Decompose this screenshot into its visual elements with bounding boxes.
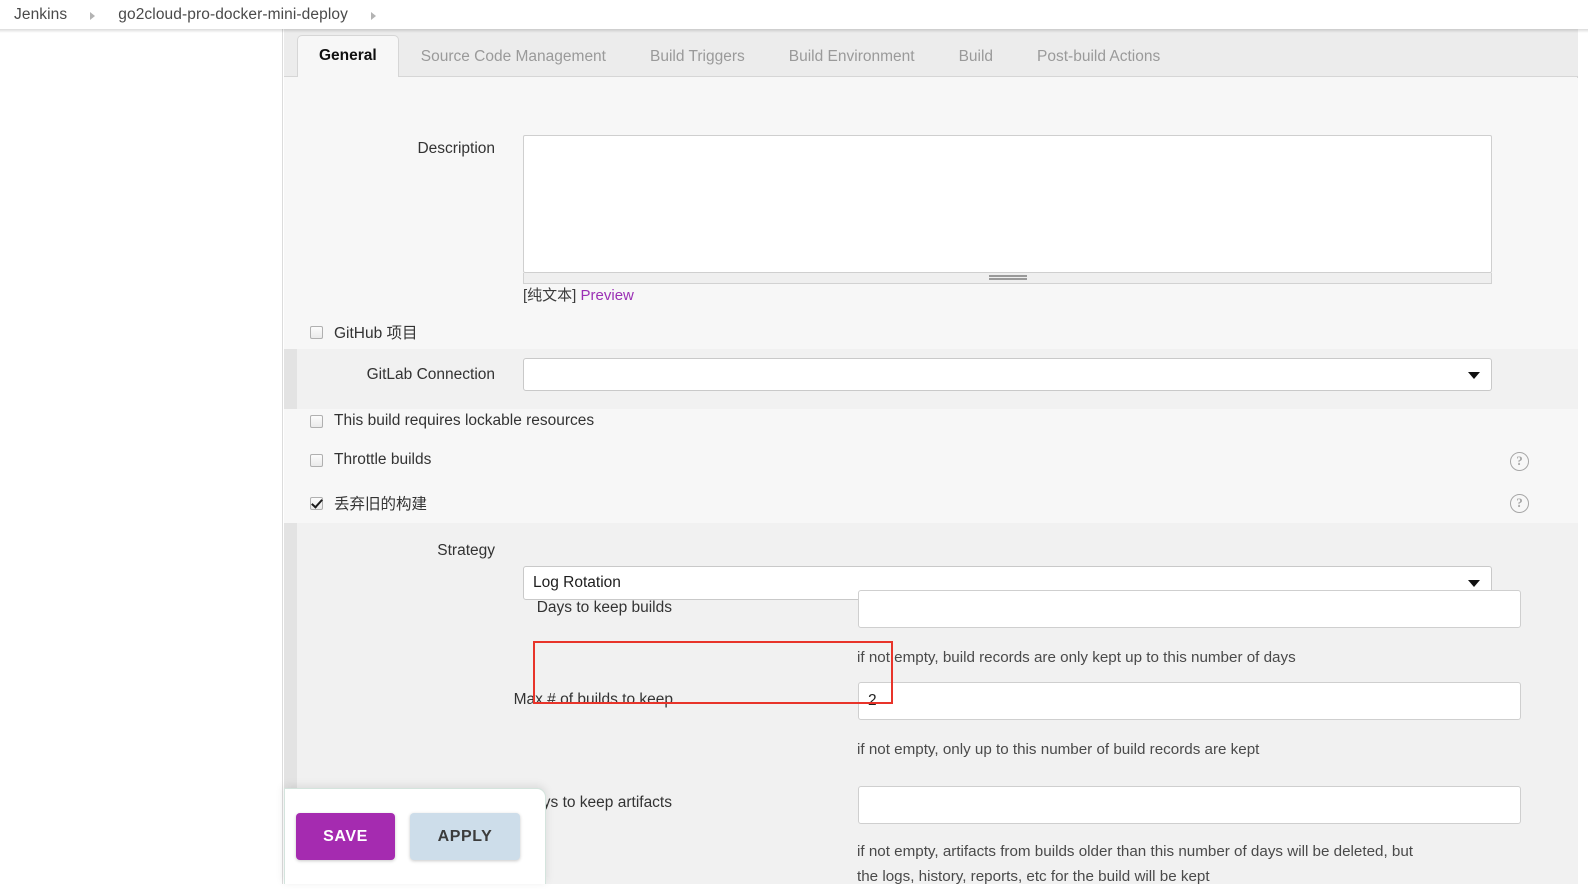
tab-general[interactable]: General bbox=[297, 35, 399, 77]
days-to-keep-artifacts-help-line1: if not empty, artifacts from builds olde… bbox=[857, 843, 1414, 860]
description-resize-handle[interactable] bbox=[523, 273, 1492, 284]
description-markup-type: [纯文本] bbox=[523, 287, 577, 304]
form-action-bar: SAVE APPLY bbox=[284, 788, 546, 884]
description-preview-link[interactable]: Preview bbox=[581, 287, 634, 304]
github-project-checkbox[interactable] bbox=[310, 325, 323, 339]
lockable-resources-label: This build requires lockable resources bbox=[334, 412, 595, 429]
tab-source-code-management[interactable]: Source Code Management bbox=[399, 35, 628, 76]
days-to-keep-builds-input[interactable] bbox=[858, 590, 1521, 628]
chevron-down-icon bbox=[1468, 371, 1480, 379]
strategy-value: Log Rotation bbox=[533, 574, 621, 591]
strategy-label: Strategy bbox=[437, 542, 495, 559]
breadcrumb: Jenkins go2cloud-pro-docker-mini-deploy bbox=[0, 0, 1588, 29]
throttle-builds-checkbox[interactable] bbox=[310, 453, 323, 467]
github-project-label: GitHub 项目 bbox=[334, 325, 418, 342]
save-button[interactable]: SAVE bbox=[296, 813, 395, 860]
description-markup-info: [纯文本] Preview bbox=[523, 284, 634, 305]
days-to-keep-artifacts-input[interactable] bbox=[858, 786, 1521, 824]
tab-build[interactable]: Build bbox=[937, 35, 1015, 76]
tab-build-triggers[interactable]: Build Triggers bbox=[628, 35, 767, 76]
general-settings-form: Description [纯文本] Preview GitHub 项目 GitL… bbox=[284, 78, 1578, 885]
resize-grip-icon bbox=[988, 275, 1027, 280]
days-to-keep-builds-help: if not empty, build records are only kep… bbox=[857, 649, 1296, 666]
discard-old-builds-help-icon[interactable]: ? bbox=[1510, 494, 1529, 513]
days-to-keep-builds-label: Days to keep builds bbox=[536, 599, 672, 616]
config-tab-bar: General Source Code Management Build Tri… bbox=[284, 29, 1578, 77]
discard-old-builds-checkbox[interactable] bbox=[310, 496, 323, 510]
breadcrumb-item-jenkins[interactable]: Jenkins bbox=[14, 6, 67, 24]
max-builds-to-keep-help: if not empty, only up to this number of … bbox=[857, 741, 1260, 758]
chevron-right-icon bbox=[370, 11, 376, 20]
max-builds-to-keep-input[interactable] bbox=[858, 682, 1521, 720]
breadcrumb-item-job[interactable]: go2cloud-pro-docker-mini-deploy bbox=[118, 6, 348, 24]
max-builds-to-keep-label: Max # of builds to keep bbox=[513, 691, 673, 708]
tab-post-build-actions[interactable]: Post-build Actions bbox=[1015, 35, 1182, 76]
gitlab-connection-select[interactable] bbox=[523, 358, 1492, 391]
discard-old-builds-label: 丢弃旧的构建 bbox=[334, 496, 428, 513]
gitlab-connection-block-strip bbox=[284, 349, 297, 409]
apply-button[interactable]: APPLY bbox=[410, 813, 520, 860]
throttle-builds-help-icon[interactable]: ? bbox=[1510, 452, 1529, 471]
page-right-gutter bbox=[1579, 29, 1588, 884]
lockable-resources-checkbox[interactable] bbox=[310, 414, 323, 428]
days-to-keep-artifacts-help: if not empty, artifacts from builds olde… bbox=[857, 839, 1522, 889]
gitlab-connection-label: GitLab Connection bbox=[366, 366, 495, 383]
chevron-down-icon bbox=[1468, 580, 1480, 587]
sidebar-column bbox=[0, 29, 283, 884]
chevron-right-icon bbox=[90, 11, 96, 20]
description-textarea[interactable] bbox=[523, 135, 1492, 273]
config-panel: General Source Code Management Build Tri… bbox=[284, 29, 1578, 885]
tab-build-environment[interactable]: Build Environment bbox=[767, 35, 937, 76]
breadcrumb-shadow bbox=[0, 29, 1588, 33]
days-to-keep-artifacts-help-line2: the logs, history, reports, etc for the … bbox=[857, 868, 1210, 885]
description-label: Description bbox=[417, 140, 495, 157]
throttle-builds-label: Throttle builds bbox=[334, 451, 432, 468]
